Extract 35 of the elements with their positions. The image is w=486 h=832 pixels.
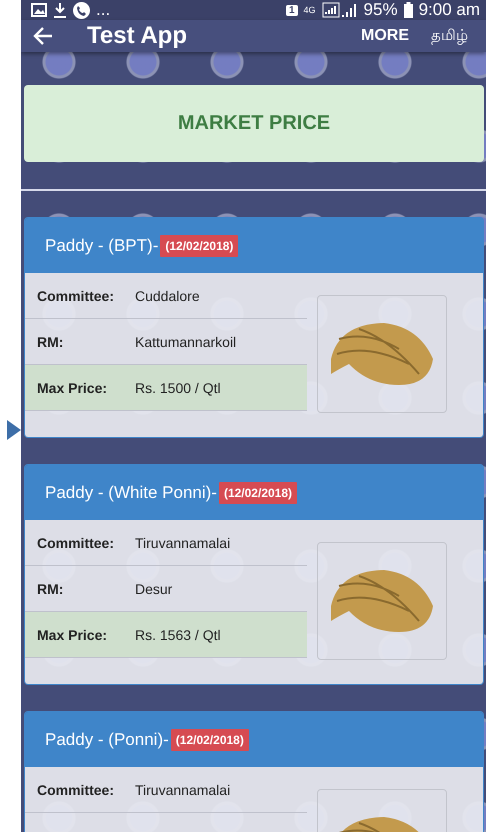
more-button[interactable]: MORE bbox=[353, 20, 417, 52]
date-badge: (12/02/2018) bbox=[160, 234, 238, 256]
battery-icon bbox=[404, 2, 413, 18]
market-price-banner: MARKET PRICE bbox=[24, 85, 484, 162]
signal-icon bbox=[322, 2, 358, 18]
field-label: Max Price: bbox=[36, 380, 108, 396]
field-value: Kattumannarkoil bbox=[135, 334, 236, 350]
date-badge: (12/02/2018) bbox=[170, 728, 249, 750]
field-value: Desur bbox=[135, 580, 172, 596]
field-label: Committee: bbox=[36, 534, 116, 550]
field-value: Tiruvannamalai bbox=[135, 534, 230, 550]
field-label: Committee: bbox=[36, 782, 116, 798]
date-badge: (12/02/2018) bbox=[218, 482, 298, 504]
language-button[interactable]: தமிழ் bbox=[423, 20, 476, 52]
field-value: Rs. 1500 / Qtl bbox=[135, 380, 221, 396]
app-title: Test App bbox=[87, 22, 188, 50]
field-label: RM: bbox=[36, 334, 64, 350]
download-icon bbox=[53, 2, 67, 18]
field-label: Max Price: bbox=[36, 626, 108, 642]
field-label: RM: bbox=[36, 580, 64, 596]
network-type: 4G bbox=[304, 5, 316, 15]
crop-title: Paddy - (Ponni)- bbox=[45, 730, 169, 750]
field-value: Tiruvannamalai bbox=[135, 782, 230, 798]
crop-title: Paddy - (BPT)- bbox=[45, 236, 158, 256]
field-value: Rs. 1563 / Qtl bbox=[135, 626, 221, 642]
pointer-icon bbox=[7, 420, 21, 440]
field-label: Committee: bbox=[36, 288, 116, 304]
more-notifications-text: ... bbox=[96, 0, 110, 20]
field-value: Cuddalore bbox=[135, 288, 200, 304]
back-arrow-icon[interactable] bbox=[33, 27, 53, 45]
clock-time: 9:00 am bbox=[418, 0, 480, 20]
battery-percent: 95% bbox=[364, 0, 398, 20]
image-icon bbox=[31, 3, 47, 17]
sim-badge: 1 bbox=[286, 4, 298, 16]
crop-title: Paddy - (White Ponni)- bbox=[45, 482, 217, 502]
